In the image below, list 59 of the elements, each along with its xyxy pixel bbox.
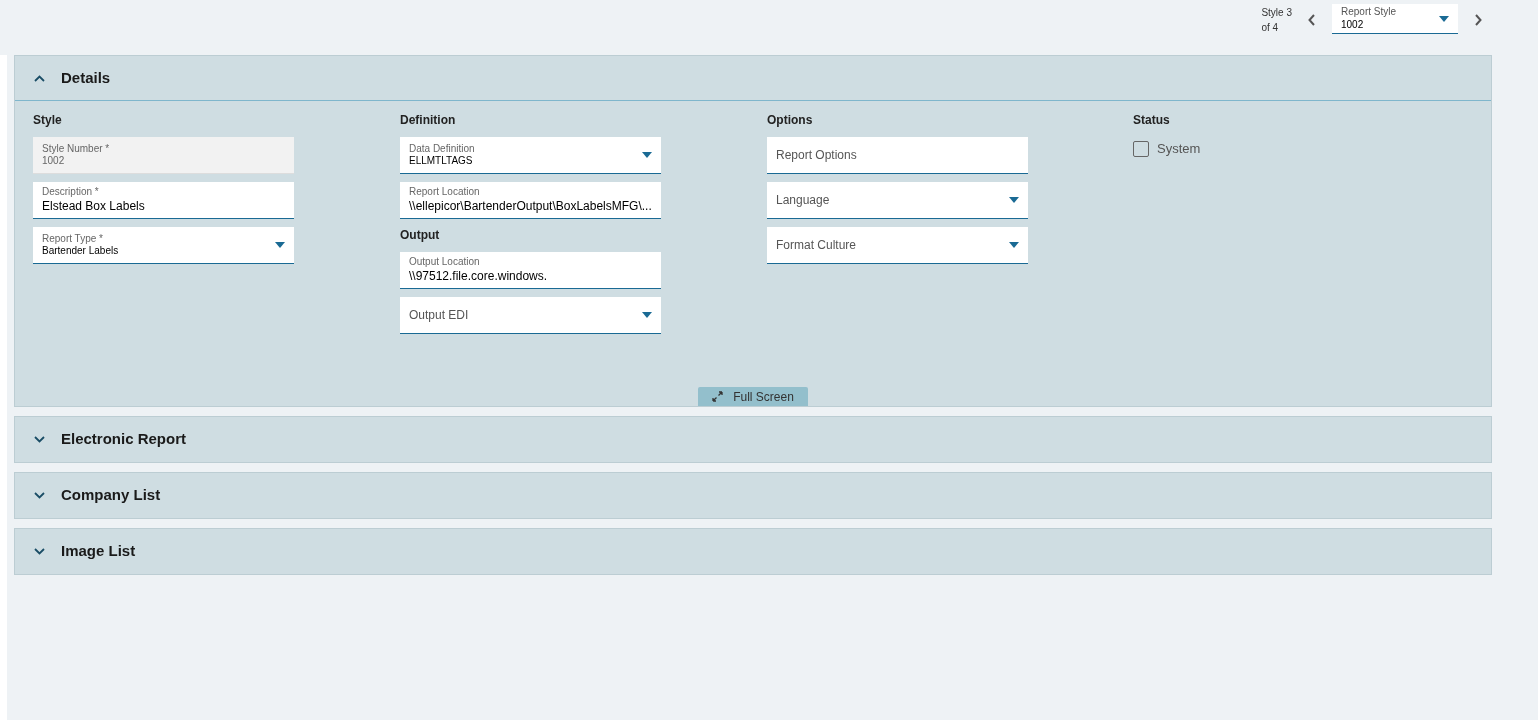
accordion-header[interactable]: Image List: [15, 529, 1491, 574]
field-value: 1002: [1341, 18, 1365, 31]
section-heading: Options: [767, 112, 814, 129]
field-value: Elstead Box Labels: [42, 198, 145, 214]
dropdown-field[interactable]: Format Culture: [767, 227, 1028, 264]
dropdown-field[interactable]: Report Style 1002: [1332, 4, 1458, 34]
field-label: Data Definition: [409, 142, 475, 155]
dropdown-field[interactable]: Output EDI: [400, 297, 661, 334]
field-value: ELLMTLTAGS: [409, 155, 474, 168]
accordion-header[interactable]: Electronic Report: [15, 417, 1491, 462]
field-label: Style Number *: [42, 142, 110, 155]
section-heading: Definition: [400, 112, 457, 129]
field-placeholder: Format Culture: [776, 237, 857, 253]
field-placeholder: Language: [776, 192, 830, 208]
field-label: Report Style: [1341, 6, 1397, 19]
field-value: \\ellepicor\BartenderOutput\BoxLabelsMFG\...: [409, 198, 652, 214]
dropdown-caret-icon: [642, 152, 652, 158]
panel-title: Company List: [61, 485, 161, 506]
dropdown-field[interactable]: Report Type * Bartender Labels: [33, 227, 294, 264]
field-placeholder: Report Options: [776, 147, 857, 163]
input-field[interactable]: Report Options: [767, 137, 1028, 174]
collapse-chevron-icon[interactable]: [34, 74, 45, 82]
dropdown-caret-icon: [275, 242, 285, 248]
panel-title: Electronic Report: [61, 429, 187, 450]
record-counter: of 4: [1261, 21, 1280, 35]
checkbox-label: System: [1157, 140, 1201, 159]
dropdown-caret-icon: [1009, 242, 1019, 248]
input-field[interactable]: Description * Elstead Box Labels: [33, 182, 294, 219]
field-label: Output Location: [409, 256, 481, 269]
dropdown-caret-icon: [642, 312, 652, 318]
panel-title: Image List: [61, 541, 136, 562]
dropdown-field[interactable]: Data Definition ELLMTLTAGS: [400, 137, 661, 174]
field-value: Bartender Labels: [42, 245, 119, 258]
section-heading: Style: [33, 112, 63, 129]
input-field[interactable]: Report Location \\ellepicor\BartenderOutput\BoxLabelsMFG\...: [400, 182, 661, 219]
field-value: \\97512.file.core.windows.: [409, 268, 548, 284]
previous-chevron-icon[interactable]: [1308, 14, 1316, 26]
accordion-header[interactable]: Company List: [15, 473, 1491, 518]
record-counter: Style 3: [1261, 6, 1292, 20]
accordion-header[interactable]: Details: [15, 56, 1491, 101]
full-screen-button[interactable]: Full Screen: [698, 387, 808, 406]
panel-title: Details: [61, 67, 111, 88]
section-heading: Status: [1133, 112, 1171, 129]
field-placeholder: Output EDI: [409, 307, 469, 323]
expand-chevron-icon[interactable]: [34, 548, 45, 555]
checkbox[interactable]: [1133, 141, 1149, 157]
section-heading: Output: [400, 227, 441, 244]
dropdown-caret-icon: [1009, 197, 1019, 203]
next-chevron-icon[interactable]: [1474, 14, 1482, 26]
field-label: Description *: [42, 186, 100, 199]
expand-chevron-icon[interactable]: [34, 436, 45, 443]
field-label: Report Location: [409, 186, 481, 199]
expand-arrows-icon: [712, 391, 724, 402]
input-field[interactable]: Output Location \\97512.file.core.windows.: [400, 252, 661, 289]
dropdown-caret-icon: [1439, 15, 1449, 22]
field-value: 1002: [42, 155, 66, 168]
field-label: Report Type *: [42, 232, 104, 245]
dropdown-field[interactable]: Language: [767, 182, 1028, 219]
expand-chevron-icon[interactable]: [34, 492, 45, 499]
